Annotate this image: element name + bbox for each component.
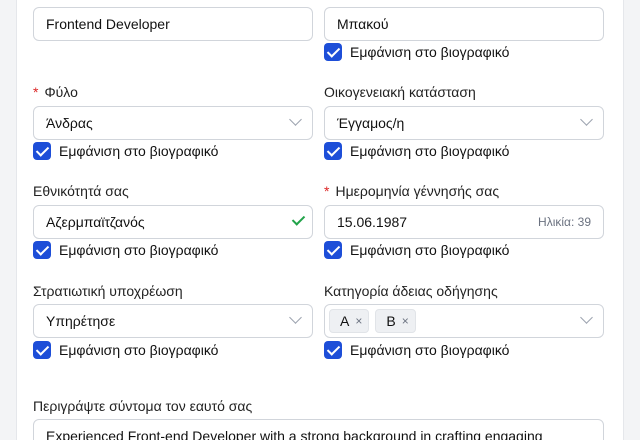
- chevron-down-icon: [580, 311, 593, 324]
- surname-value: Μπακού: [337, 16, 389, 32]
- gender-value: Άνδρας: [46, 115, 93, 131]
- gender-select[interactable]: Άνδρας: [33, 106, 313, 140]
- checkbox-checked-icon[interactable]: [33, 241, 51, 259]
- surname-show-toggle[interactable]: Εμφάνιση στο βιογραφικό: [324, 43, 509, 61]
- checkbox-checked-icon[interactable]: [33, 341, 51, 359]
- nationality-value: Αζερμπαϊτζανός: [46, 214, 145, 230]
- license-tag-a: A ×: [329, 309, 370, 333]
- birthdate-value: 15.06.1987: [337, 214, 408, 230]
- nationality-label: Εθνικότητά σας: [33, 183, 129, 199]
- license-label: Κατηγορία άδειας οδήγησης: [324, 283, 498, 299]
- nationality-show-label: Εμφάνιση στο βιογραφικό: [59, 242, 219, 258]
- checkmark-icon: [291, 212, 306, 226]
- license-multiselect[interactable]: A × B ×: [324, 304, 604, 338]
- military-select[interactable]: Υπηρέτησε: [33, 304, 313, 338]
- marital-label-text: Οικογενειακή κατάσταση: [324, 84, 476, 100]
- position-value: Frontend Developer: [46, 16, 170, 32]
- birthdate-show-label: Εμφάνιση στο βιογραφικό: [350, 242, 510, 258]
- birthdate-label-text: Ημερομηνία γέννησής σας: [335, 183, 500, 199]
- profile-form-card: Frontend Developer Μπακού Εμφάνιση στο β…: [16, 0, 624, 440]
- marital-value: Έγγαμος/η: [337, 115, 405, 131]
- surname-show-label: Εμφάνιση στο βιογραφικό: [350, 44, 510, 60]
- about-textarea[interactable]: Experienced Front-end Developer with a s…: [33, 419, 604, 440]
- checkbox-checked-icon[interactable]: [324, 142, 342, 160]
- birthdate-show-toggle[interactable]: Εμφάνιση στο βιογραφικό: [324, 241, 509, 259]
- about-label-text: Περιγράψτε σύντομα τον εαυτό σας: [33, 398, 253, 414]
- military-show-toggle[interactable]: Εμφάνιση στο βιογραφικό: [33, 341, 218, 359]
- about-value: Experienced Front-end Developer with a s…: [46, 428, 543, 440]
- required-mark: *: [33, 84, 39, 100]
- marital-show-label: Εμφάνιση στο βιογραφικό: [350, 143, 510, 159]
- nationality-label-text: Εθνικότητά σας: [33, 183, 129, 199]
- tag-remove-icon[interactable]: ×: [355, 314, 362, 328]
- nationality-show-toggle[interactable]: Εμφάνιση στο βιογραφικό: [33, 241, 218, 259]
- position-input[interactable]: Frontend Developer: [33, 7, 313, 41]
- marital-show-toggle[interactable]: Εμφάνιση στο βιογραφικό: [324, 142, 509, 160]
- surname-input[interactable]: Μπακού: [324, 7, 604, 41]
- license-tag-label: B: [386, 313, 396, 329]
- gender-show-label: Εμφάνιση στο βιογραφικό: [59, 143, 219, 159]
- gender-label: * Φύλο: [33, 84, 78, 100]
- required-mark: *: [324, 183, 330, 199]
- checkbox-checked-icon[interactable]: [33, 142, 51, 160]
- birthdate-input[interactable]: 15.06.1987 Ηλικία: 39: [324, 205, 604, 239]
- nationality-input[interactable]: Αζερμπαϊτζανός: [33, 205, 313, 239]
- checkbox-checked-icon[interactable]: [324, 43, 342, 61]
- age-readout: Ηλικία: 39: [538, 215, 591, 229]
- marital-select[interactable]: Έγγαμος/η: [324, 106, 604, 140]
- military-value: Υπηρέτησε: [46, 313, 116, 329]
- gender-show-toggle[interactable]: Εμφάνιση στο βιογραφικό: [33, 142, 218, 160]
- military-label-text: Στρατιωτική υποχρέωση: [33, 283, 183, 299]
- chevron-down-icon: [289, 311, 302, 324]
- chevron-down-icon: [580, 113, 593, 126]
- gender-label-text: Φύλο: [44, 84, 78, 100]
- chevron-down-icon: [289, 113, 302, 126]
- checkbox-checked-icon[interactable]: [324, 341, 342, 359]
- license-tag-label: A: [340, 313, 350, 329]
- checkbox-checked-icon[interactable]: [324, 241, 342, 259]
- birthdate-label: * Ημερομηνία γέννησής σας: [324, 183, 499, 199]
- marital-label: Οικογενειακή κατάσταση: [324, 84, 476, 100]
- military-show-label: Εμφάνιση στο βιογραφικό: [59, 342, 219, 358]
- tag-remove-icon[interactable]: ×: [402, 314, 409, 328]
- license-show-toggle[interactable]: Εμφάνιση στο βιογραφικό: [324, 341, 509, 359]
- military-label: Στρατιωτική υποχρέωση: [33, 283, 183, 299]
- license-show-label: Εμφάνιση στο βιογραφικό: [350, 342, 510, 358]
- about-label: Περιγράψτε σύντομα τον εαυτό σας: [33, 398, 252, 414]
- license-tag-b: B ×: [375, 309, 416, 333]
- license-label-text: Κατηγορία άδειας οδήγησης: [324, 283, 498, 299]
